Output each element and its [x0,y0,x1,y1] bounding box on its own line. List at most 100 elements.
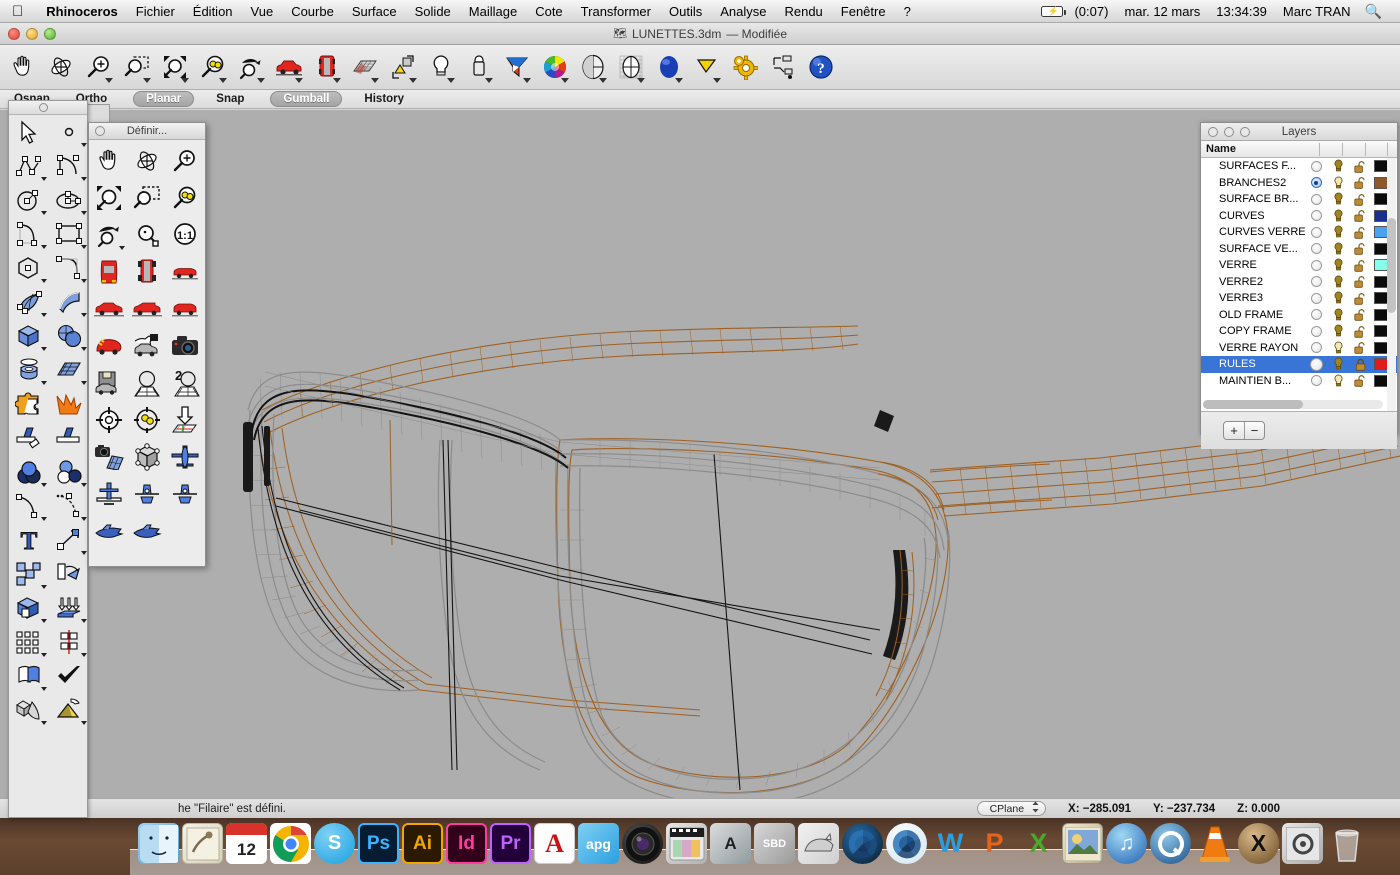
layers-horizontal-scrollbar[interactable] [1203,400,1383,409]
palette-set-view-hand[interactable] [128,327,166,364]
split-tool-button[interactable] [49,421,88,455]
palette-undo-view[interactable] [90,216,128,253]
layers-list[interactable]: SURFACES F...BRANCHES2SURFACE BR...CURVE… [1201,158,1397,411]
point-tool-button[interactable] [49,115,88,149]
render-mode-button[interactable] [49,693,88,727]
palette-zoom-one-to-one[interactable]: 1:1 [166,216,204,253]
mirror-menu-arrow[interactable] [81,653,87,657]
palette-set-target[interactable] [90,401,128,438]
solid-edit-menu-arrow[interactable] [41,619,47,623]
battery-charging-icon[interactable]: ⚡ [1041,6,1063,17]
palette-cube-view[interactable] [128,438,166,475]
menu-item-courbe[interactable]: Courbe [282,0,343,23]
layer-visibility-bulb-icon[interactable] [1327,258,1349,272]
cplane-menu-arrow[interactable] [371,78,379,83]
dock-item-xquartz[interactable]: X [1238,823,1279,864]
array-menu-arrow[interactable] [41,653,47,657]
menu-item-vue[interactable]: Vue [242,0,283,23]
left-toolbar-close-icon[interactable] [39,103,48,112]
menu-item-solide[interactable]: Solide [406,0,460,23]
option-gumball[interactable]: Gumball [270,91,342,107]
rendered-button[interactable] [652,48,686,86]
dock-item-apg[interactable]: apg [578,823,619,864]
surface-points-tool-button[interactable] [9,285,49,319]
palette-view-rear[interactable] [166,253,204,290]
polygon-tool-button[interactable] [9,251,49,285]
palette-undo-view-menu-arrow[interactable] [119,246,125,250]
layer-visibility-bulb-icon[interactable] [1327,192,1349,206]
rendered-menu-arrow[interactable] [675,78,683,83]
layer-unlocked-icon[interactable] [1349,209,1371,222]
shade-menu-arrow[interactable] [599,78,607,83]
sphere-booleans-tool-button[interactable] [49,319,88,353]
shade-button[interactable] [576,48,610,86]
set-cplane-menu-arrow[interactable] [409,78,417,83]
menu-item-fenetre[interactable]: Fenêtre [832,0,895,23]
apple-logo-icon[interactable]:  [12,4,23,19]
zoom-tool-menu-arrow[interactable] [105,78,113,83]
extrude-array-tool-button[interactable] [49,591,88,625]
curve-tool-button[interactable] [9,217,49,251]
palette-zoom-window[interactable] [128,179,166,216]
palette-plane-side-left[interactable] [90,512,128,549]
layer-current-toggle[interactable] [1305,243,1327,254]
menu-item-cote[interactable]: Cote [526,0,571,23]
layer-current-toggle[interactable] [1305,375,1327,386]
layer-current-toggle[interactable] [1305,309,1327,320]
palette-view-right[interactable] [90,290,128,327]
layer-visibility-bulb-icon[interactable] [1327,308,1349,322]
layer-unlocked-icon[interactable] [1349,226,1371,239]
text-tool-button[interactable]: T [9,523,49,557]
dock-item-font-book[interactable]: A [710,823,751,864]
menu-item-help[interactable]: ? [895,0,920,23]
menu-item-fichier[interactable]: Fichier [127,0,184,23]
palette-plane-three-quarter[interactable] [128,475,166,512]
rectangle-menu-arrow[interactable] [81,245,87,249]
layer-unlocked-icon[interactable] [1349,242,1371,255]
layer-row[interactable]: RULES [1201,356,1397,373]
zoom-window-menu-arrow[interactable] [143,78,151,83]
sphere-booleans-menu-arrow[interactable] [81,347,87,351]
wireframe-menu-arrow[interactable] [637,78,645,83]
layer-current-toggle[interactable] [1305,227,1327,238]
palette-plane-top-view[interactable] [90,475,128,512]
menu-item-edition[interactable]: Édition [184,0,242,23]
layer-visibility-bulb-icon[interactable] [1327,341,1349,355]
palette-named-view-camera[interactable] [166,327,204,364]
undo-view-button[interactable] [234,48,268,86]
dock-item-itunes[interactable]: ♫ [1106,823,1147,864]
fillet-menu-arrow[interactable] [81,279,87,283]
set-cplane-button[interactable] [386,48,420,86]
dock-item-chrome[interactable] [270,823,311,864]
dock-item-photoshop[interactable]: Ps [358,823,399,864]
palette-zoom[interactable] [166,142,204,179]
layer-unlocked-icon[interactable] [1349,325,1371,338]
palette-set-target-selected[interactable] [128,401,166,438]
layer-visibility-bulb-icon[interactable] [1327,291,1349,305]
column-separator[interactable] [1319,143,1320,156]
add-layer-button[interactable]: + [1224,422,1244,439]
array-tool-button[interactable] [9,625,49,659]
layer-current-toggle[interactable] [1305,177,1327,188]
dock-item-indesign[interactable]: Id [446,823,487,864]
layer-row[interactable]: VERRE [1201,257,1397,274]
surface-tools-button[interactable] [9,659,49,693]
dock-item-excel[interactable]: X [1018,823,1059,864]
layers-minimize-icon[interactable] [1224,127,1234,137]
window-controls[interactable] [8,28,56,40]
wireframe-button[interactable] [614,48,648,86]
color-wheel-button[interactable] [538,48,572,86]
menu-item-surface[interactable]: Surface [343,0,406,23]
polygon-menu-arrow[interactable] [41,279,47,283]
layer-visibility-bulb-icon[interactable] [1327,159,1349,173]
layer-current-toggle[interactable] [1305,358,1327,371]
mirror-tool-button[interactable] [49,625,88,659]
palette-view-sphere-two[interactable]: 2 [166,364,204,401]
palette-zoom-extents[interactable] [90,179,128,216]
spotlight-menu-arrow[interactable] [485,78,493,83]
layer-unlocked-icon[interactable] [1349,259,1371,272]
palette-view-front[interactable] [128,253,166,290]
option-snap[interactable]: Snap [216,93,270,105]
solid-edit-tool-button[interactable] [9,591,49,625]
layer-visibility-bulb-icon[interactable] [1327,357,1349,371]
